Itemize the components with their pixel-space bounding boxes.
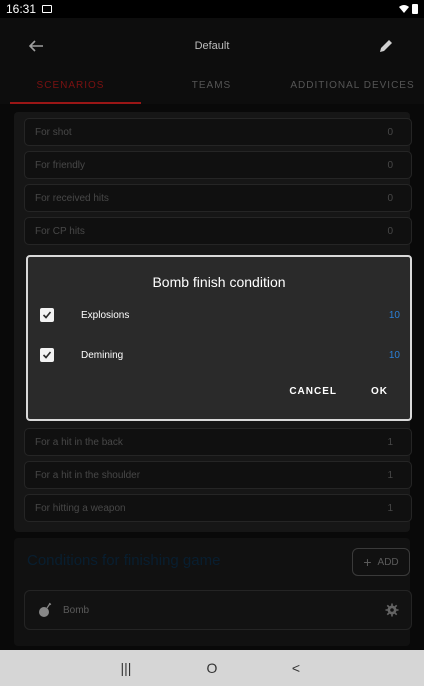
back-button[interactable]: < [286, 658, 306, 678]
page-title: Default [194, 40, 230, 52]
recents-button[interactable]: ||| [116, 658, 136, 678]
tab-teams[interactable]: TEAMS [141, 74, 282, 104]
home-button[interactable]: O [202, 658, 222, 678]
image-notification-icon [42, 5, 53, 13]
arrow-left-icon[interactable] [24, 34, 48, 58]
option-label: Demining [81, 349, 124, 361]
status-bar: 16:31 [0, 0, 424, 18]
bomb-finish-dialog: Bomb finish condition Explosions 10 Demi… [26, 255, 412, 421]
status-icons [399, 4, 418, 14]
pencil-icon[interactable] [374, 34, 398, 58]
dialog-actions: CANCEL OK [289, 386, 388, 397]
check-icon [42, 311, 52, 319]
checkbox-explosions[interactable] [40, 308, 54, 322]
status-time: 16:31 [6, 2, 37, 16]
ok-button[interactable]: OK [371, 386, 388, 397]
wifi-icon [399, 4, 409, 13]
option-value[interactable]: 10 [389, 350, 400, 361]
checkbox-demining[interactable] [40, 348, 54, 362]
cancel-button[interactable]: CANCEL [289, 386, 337, 397]
option-label: Explosions [81, 309, 130, 321]
option-explosions[interactable]: Explosions 10 [40, 303, 400, 327]
system-nav-bar: ||| O < [0, 650, 424, 686]
tab-scenarios[interactable]: SCENARIOS [0, 74, 141, 104]
option-value[interactable]: 10 [389, 310, 400, 321]
check-icon [42, 351, 52, 359]
app-bar: Default [0, 18, 424, 74]
tab-additional-devices[interactable]: ADDITIONAL DEVICES [282, 74, 423, 104]
option-demining[interactable]: Demining 10 [40, 343, 400, 367]
dialog-title: Bomb finish condition [152, 274, 286, 290]
tab-bar: SCENARIOS TEAMS ADDITIONAL DEVICES [0, 74, 424, 104]
battery-icon [412, 4, 418, 14]
